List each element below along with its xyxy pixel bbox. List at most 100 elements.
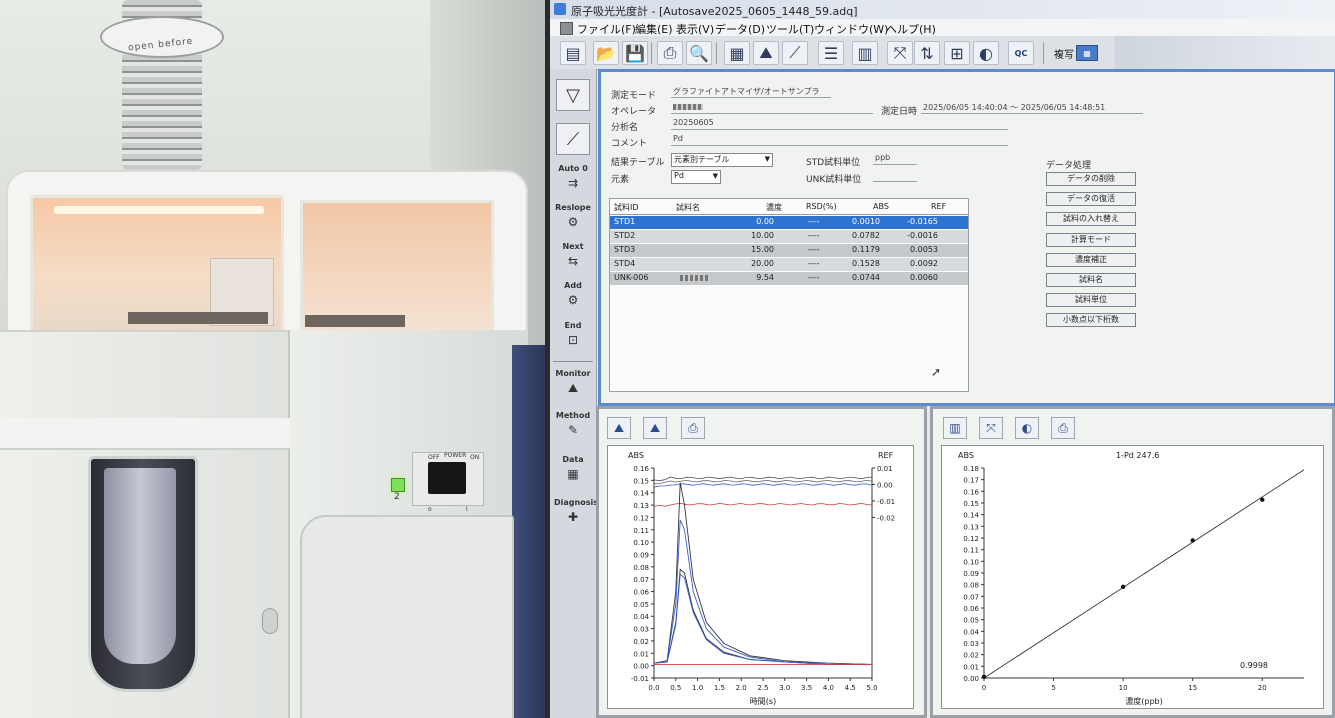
result-table-select[interactable]: 元素別テーブル ▼ bbox=[671, 153, 773, 167]
element-label: 元素 bbox=[611, 175, 630, 185]
menu-edit[interactable]: 編集(E) bbox=[635, 21, 673, 37]
menu-bar: ファイル(F) 編集(E) 表示(V) データ(D) ツール(T) ウィンドウ(… bbox=[550, 19, 1335, 37]
swap-samples-button[interactable]: 試料の入れ替え bbox=[1046, 212, 1136, 226]
duct-collar bbox=[100, 16, 224, 58]
menu-view[interactable]: 表示(V) bbox=[676, 21, 714, 37]
table-row[interactable]: STD3 15.00 ---- 0.1179 0.0053 bbox=[610, 244, 968, 257]
sidebar-reslope[interactable]: Reslope ⚙ bbox=[554, 203, 592, 231]
sidebar-data[interactable]: Data ▦ bbox=[554, 455, 592, 483]
y-tick-label: 0.14 bbox=[633, 490, 649, 498]
overlay-view-icon[interactable]: ⛰ bbox=[643, 417, 667, 439]
y-tick-label: 0.12 bbox=[633, 514, 649, 522]
move-icon[interactable]: ⇅ bbox=[914, 41, 940, 65]
y-axis-label: ABS bbox=[958, 451, 974, 460]
y-tick-label: 0.15 bbox=[963, 500, 979, 508]
stat-icon[interactable]: ◐ bbox=[973, 41, 999, 65]
sidebar-add[interactable]: Add ⚙ bbox=[554, 281, 592, 309]
calc-mode-button[interactable]: 計算モード bbox=[1046, 233, 1136, 247]
table-row[interactable]: STD1 0.00 ---- 0.0010 -0.0165 bbox=[610, 216, 968, 229]
menu-window[interactable]: ウィンドウ(W) bbox=[814, 21, 888, 37]
report-icon[interactable]: ▥ bbox=[852, 41, 878, 65]
zoom-icon[interactable]: ⤧ bbox=[887, 41, 913, 65]
menu-tools[interactable]: ツール(T) bbox=[766, 21, 814, 37]
delete-data-button[interactable]: データの削除 bbox=[1046, 172, 1136, 186]
stat-icon[interactable]: ◐ bbox=[1015, 417, 1039, 439]
table-icon[interactable]: ▦ bbox=[724, 41, 750, 65]
sidebar-monitor[interactable]: Monitor ⛰ bbox=[554, 369, 592, 397]
open-icon[interactable]: 📂 bbox=[593, 41, 619, 65]
cell-conc: 20.00 bbox=[751, 259, 774, 268]
sidebar-end[interactable]: End ⊡ bbox=[554, 321, 592, 349]
chart2-icon[interactable]: ⟋ bbox=[782, 41, 808, 65]
table-row[interactable]: STD4 20.00 ---- 0.1528 0.0092 bbox=[610, 258, 968, 271]
chart-icon[interactable]: ⛰ bbox=[753, 41, 779, 65]
zoom-icon[interactable]: ⤧ bbox=[979, 417, 1003, 439]
cell-id: STD1 bbox=[614, 217, 636, 226]
peak-chart-svg: ABS REF 0.16 0.15 0.14 0.13 0.12 0.11 0.10 0.09 0.… bbox=[628, 451, 895, 706]
mouse-cursor-icon: ➚ bbox=[931, 365, 942, 379]
col-ref: REF bbox=[931, 202, 947, 211]
sidebar-auto-zero[interactable]: Auto 0 ⇉ bbox=[554, 164, 592, 192]
x-tick-label: 1.5 bbox=[714, 684, 725, 692]
diagnosis-icon: ✚ bbox=[567, 510, 579, 524]
sample-unit-button[interactable]: 試料単位 bbox=[1046, 293, 1136, 307]
calibration-chart-svg: ABS 1-Pd 247.6 0.18 0.17 0.16 0.15 0.14 0.13 0.1… bbox=[958, 451, 1305, 706]
save-icon[interactable]: 💾 bbox=[622, 41, 648, 65]
table-row[interactable]: UNK-006 9.54 ---- 0.0744 0.0060 bbox=[610, 272, 968, 285]
datetime-label: 測定日時 bbox=[881, 107, 918, 117]
sidebar-start[interactable]: ▽ bbox=[554, 79, 592, 111]
x-tick-label: 4.0 bbox=[823, 684, 834, 692]
power-switch[interactable] bbox=[428, 462, 466, 494]
menu-file[interactable]: ファイル(F) bbox=[577, 21, 636, 37]
calibration-plot: ABS 1-Pd 247.6 0.18 0.17 0.16 0.15 0.14 0.13 0.1… bbox=[941, 445, 1324, 709]
y-tick-label: 0.14 bbox=[963, 512, 979, 520]
cell-rsd: ---- bbox=[808, 231, 820, 240]
next-label: Next bbox=[562, 242, 584, 251]
cell-abs: 0.0782 bbox=[852, 231, 880, 240]
ref-tick-label: -0.02 bbox=[877, 514, 895, 522]
comment-label: コメント bbox=[611, 139, 648, 149]
ref-trace bbox=[653, 483, 873, 488]
y-tick-label: 0.13 bbox=[633, 502, 649, 510]
list-icon[interactable]: ☰ bbox=[818, 41, 844, 65]
preview-icon[interactable]: 🔍 bbox=[686, 41, 712, 65]
sidebar-next[interactable]: Next ⇆ bbox=[554, 242, 592, 270]
comment-value: Pd bbox=[671, 134, 1008, 146]
y-tick-label: 0.04 bbox=[633, 613, 649, 621]
cell-abs: 0.1528 bbox=[852, 259, 880, 268]
sidebar-method[interactable]: Method ✎ bbox=[554, 411, 592, 439]
std-unit-value: ppb bbox=[873, 153, 917, 165]
sidebar-run[interactable]: ⟋ bbox=[554, 123, 592, 155]
element-select[interactable]: Pd ▼ bbox=[671, 170, 721, 184]
peak-series-line bbox=[653, 519, 873, 665]
copy-button[interactable]: 複写 ▦ bbox=[1054, 42, 1098, 64]
print-icon[interactable]: ⎙ bbox=[681, 417, 705, 439]
document-icon[interactable] bbox=[560, 22, 573, 35]
restore-data-button[interactable]: データの復活 bbox=[1046, 192, 1136, 206]
y-tick-label: 0.08 bbox=[963, 582, 979, 590]
peak-plot: ABS REF 0.16 0.15 0.14 0.13 0.12 0.11 0.10 0.09 0.… bbox=[607, 445, 914, 709]
menu-data[interactable]: データ(D) bbox=[715, 21, 765, 37]
print-icon[interactable]: ⎙ bbox=[657, 41, 683, 65]
toolbar-fill bbox=[1115, 36, 1335, 69]
table-row[interactable]: STD2 10.00 ---- 0.0782 -0.0016 bbox=[610, 230, 968, 243]
qc-icon[interactable]: QC bbox=[1008, 41, 1034, 65]
grid-icon[interactable]: ⊞ bbox=[944, 41, 970, 65]
report-icon[interactable]: ▥ bbox=[943, 417, 967, 439]
print-icon[interactable]: ⎙ bbox=[1051, 417, 1075, 439]
y-tick-label: 0.01 bbox=[633, 650, 649, 658]
peak-series-line bbox=[653, 482, 873, 665]
new-icon[interactable]: ▤ bbox=[560, 41, 586, 65]
decimal-places-button[interactable]: 小数点以下桁数 bbox=[1046, 313, 1136, 327]
sample-name-button[interactable]: 試料名 bbox=[1046, 273, 1136, 287]
cell-rsd: ---- bbox=[808, 217, 820, 226]
y-tick-label: 0.01 bbox=[963, 663, 979, 671]
x-tick-label: 2.5 bbox=[757, 684, 768, 692]
monitor-icon: ⛰ bbox=[567, 380, 579, 395]
peak-view-icon[interactable]: ⛰ bbox=[607, 417, 631, 439]
x-tick-label: 3.0 bbox=[779, 684, 790, 692]
menu-help[interactable]: ヘルプ(H) bbox=[886, 21, 936, 37]
sidebar-diagnosis[interactable]: Diagnosis ✚ bbox=[554, 498, 598, 526]
conc-correction-button[interactable]: 濃度補正 bbox=[1046, 253, 1136, 267]
datetime-value: 2025/06/05 14:40:04 ～ 2025/06/05 14:48:5… bbox=[921, 102, 1143, 114]
